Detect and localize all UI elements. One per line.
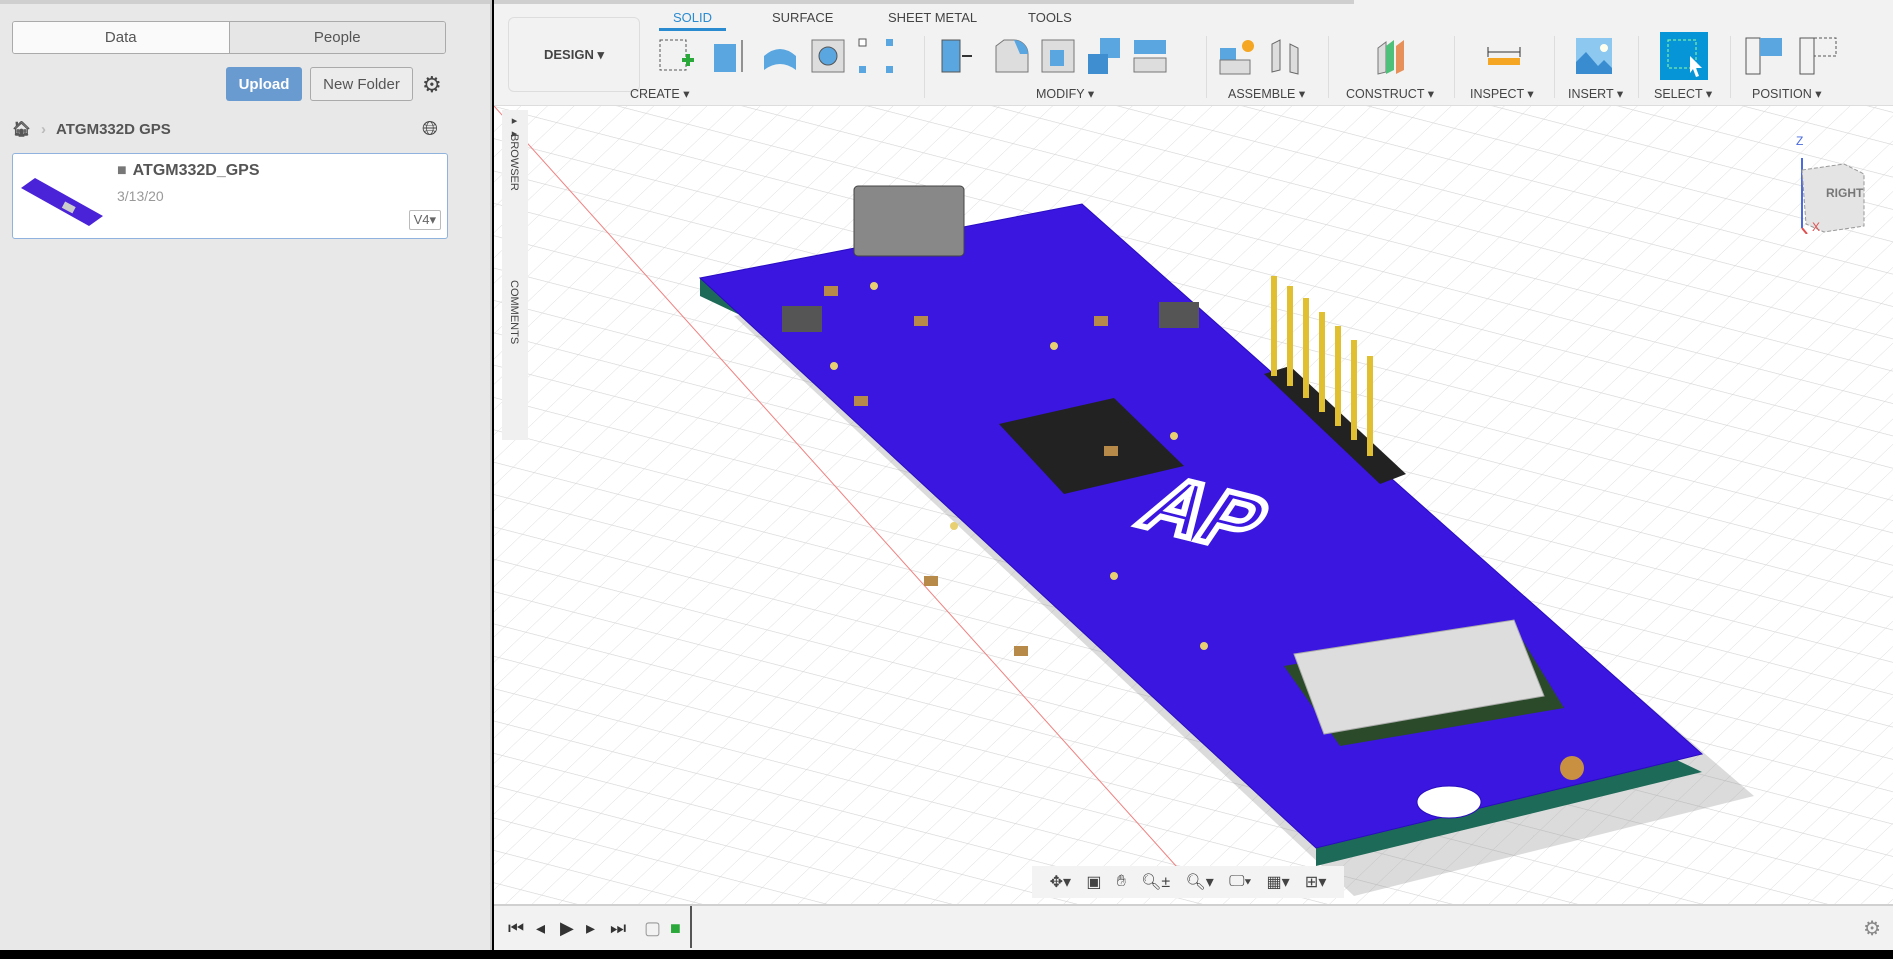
inspect-label: INSPECT [1470,87,1524,101]
look-at-icon[interactable]: ▣ [1086,872,1101,892]
shell-icon[interactable] [1038,36,1078,76]
modify-label: MODIFY [1036,87,1085,101]
offset-plane-icon[interactable] [1372,36,1412,76]
assemble-label: ASSEMBLE [1228,87,1296,101]
zoom-icon[interactable]: 🔍︎± [1141,872,1170,892]
component-icon: ■ [117,162,127,179]
step-forward-icon[interactable]: ▸ [586,918,595,939]
modify-menu[interactable]: MODIFY ▾ [1036,86,1094,101]
toolbar: DESIGN ▾ SOLID SURFACE SHEET METAL TOOLS… [494,0,1893,106]
joint-icon[interactable] [1266,36,1306,76]
usb-connector [853,185,965,257]
file-name: ATGM332D_GPS [132,162,260,179]
tab-solid[interactable]: SOLID [659,10,727,31]
gear-icon[interactable]: ⚙ [422,72,442,98]
extrude-icon[interactable] [710,36,750,76]
viewcube[interactable]: Z RIGHT X [1784,134,1884,235]
file-thumbnail [21,178,103,226]
orbit-icon[interactable]: ✥▾ [1050,872,1071,892]
breadcrumb: 🏠︎ › ATGM332D GPS [12,120,171,139]
tab-sheet-metal[interactable]: SHEET METAL [888,10,977,25]
timeline-marker[interactable] [690,906,692,948]
construct-menu[interactable]: CONSTRUCT ▾ [1346,86,1434,101]
display-settings-icon[interactable]: 🖵▾ [1229,873,1251,891]
file-card[interactable]: ■ ATGM332D_GPS 3/13/20 V4▾ [12,153,448,239]
x-axis-label: X [1812,220,1821,234]
upload-button[interactable]: Upload [226,67,302,101]
revolve-icon[interactable] [760,36,800,76]
measure-icon[interactable] [1484,36,1524,76]
zoom-window-icon[interactable]: 🔍︎▾ [1185,872,1213,892]
new-component-icon[interactable] [1218,36,1258,76]
push-button [782,306,822,332]
side-panel-tabs: ▸▸ BROWSER COMMENTS [502,110,528,440]
antenna-connector [1560,756,1584,780]
position-menu[interactable]: POSITION ▾ [1752,86,1821,101]
select-label: SELECT [1654,87,1703,101]
press-pull-icon[interactable] [938,36,978,76]
browser-tab[interactable]: BROWSER [508,134,520,191]
file-date: 3/13/20 [117,188,164,204]
viewports-icon[interactable]: ⊞▾ [1305,872,1326,892]
tab-people[interactable]: People [229,22,445,53]
pattern-icon[interactable] [856,36,896,76]
go-to-start-icon[interactable]: ⏮ [508,918,524,939]
insert-image-icon[interactable] [1574,36,1614,76]
gear-icon[interactable]: ⚙ [1863,916,1881,941]
tab-surface[interactable]: SURFACE [772,10,833,25]
timeline-pcb-icon[interactable]: ■ [670,918,681,939]
tab-tools[interactable]: TOOLS [1028,10,1072,25]
sketch-icon[interactable] [656,36,696,76]
play-icon[interactable]: ▶ [560,918,574,939]
data-panel: Data People Upload New Folder ⚙ 🏠︎ › ATG… [0,0,492,950]
insert-label: INSERT [1568,87,1614,101]
comments-tab[interactable]: COMMENTS [508,280,520,344]
tab-data[interactable]: Data [13,22,230,53]
globe-icon[interactable]: 🌐︎ [422,118,438,141]
timeline-component-icon[interactable]: ▢ [644,918,661,939]
breadcrumb-folder: ATGM332D GPS [56,120,171,138]
select-icon[interactable] [1660,32,1708,80]
hole-icon[interactable] [808,36,848,76]
chevron-right-icon: › [41,120,47,138]
align-icon[interactable] [1744,36,1784,76]
model-canvas[interactable]: AP [494,106,1893,904]
new-folder-button[interactable]: New Folder [310,67,413,101]
fillet-icon[interactable] [992,36,1032,76]
viewcube-face-right[interactable]: RIGHT [1826,186,1863,200]
split-face-icon[interactable] [1130,36,1170,76]
grid-settings-icon[interactable]: ▦▾ [1267,872,1290,892]
navigation-bar: ✥▾ ▣ ✋︎ 🔍︎± 🔍︎▾ 🖵▾ ▦▾ ⊞▾ [1032,866,1344,898]
go-to-end-icon[interactable]: ⏭ [610,918,626,939]
step-back-icon[interactable]: ◂ [536,918,545,939]
mounting-hole [1416,785,1482,819]
insert-menu[interactable]: INSERT ▾ [1568,86,1623,101]
z-axis-label: Z [1796,134,1804,148]
construct-label: CONSTRUCT [1346,87,1425,101]
create-menu[interactable]: CREATE ▾ [630,86,690,101]
position-label: POSITION [1752,87,1812,101]
workspace-label: DESIGN [544,47,594,62]
workspace-dropdown[interactable]: DESIGN ▾ [508,17,640,92]
3d-viewport[interactable]: AP ▸▸ BROWSER COMMENTS Z RIGHT X ✥▾ ▣ ✋︎… [494,106,1893,904]
capture-position-icon[interactable] [1798,36,1838,76]
timeline: ⏮ ◂ ▶ ▸ ⏭ ▢ ■ ⚙ [494,904,1893,950]
select-menu[interactable]: SELECT ▾ [1654,86,1712,101]
create-label: CREATE [630,87,680,101]
version-dropdown[interactable]: V4▾ [408,210,441,230]
combine-icon[interactable] [1084,36,1124,76]
push-button [1159,302,1199,328]
assemble-menu[interactable]: ASSEMBLE ▾ [1228,86,1305,101]
version-label: V4 [413,212,430,227]
pan-icon[interactable]: ✋︎ [1117,873,1126,891]
home-icon[interactable]: 🏠︎ [12,120,31,138]
data-people-toggle: Data People [12,21,446,54]
inspect-menu[interactable]: INSPECT ▾ [1470,86,1534,101]
